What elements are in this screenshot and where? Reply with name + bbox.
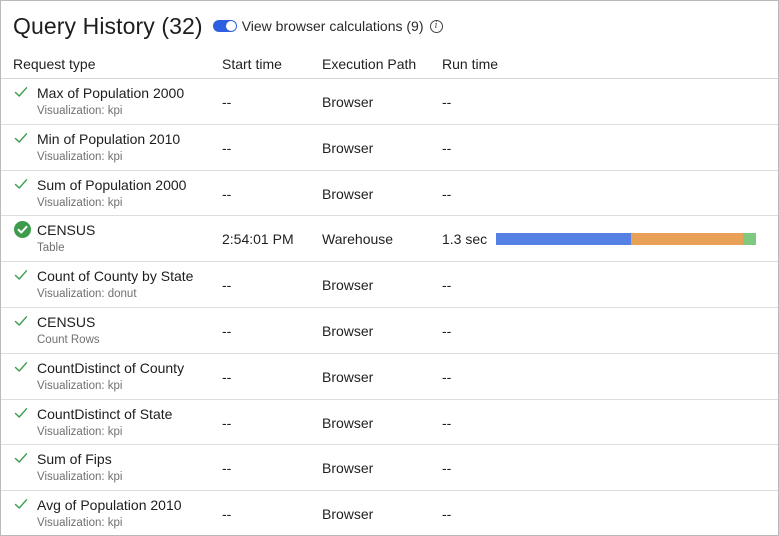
checkmark-icon [14,314,30,330]
run-time: -- [442,460,452,477]
success-circle-icon [14,221,31,239]
start-time: -- [222,185,232,202]
run-time: 1.3 sec [442,231,488,248]
execution-path: Warehouse [322,231,394,248]
execution-path: Browser [322,139,374,156]
table-row[interactable]: CountDistinct of State Visualization: kpi… [1,400,778,446]
start-time: -- [222,460,232,477]
checkmark-icon [14,497,30,513]
execution-path: Browser [322,185,374,202]
request-subtitle: Visualization: kpi [37,105,123,117]
toggle-label[interactable]: View browser calculations (9) [242,18,424,34]
browser-calculations-toggle[interactable] [212,20,237,32]
start-time: -- [222,139,232,156]
table-row[interactable]: CountDistinct of County Visualization: kp… [1,354,778,400]
query-list: Max of Population 2000 Visualization: kpi… [1,79,778,535]
table-row[interactable]: Count of County by State Visualization: d… [1,262,778,308]
checkmark-icon [14,268,30,284]
run-time-bar-segment [496,233,632,246]
run-time-bar-segment [742,233,756,246]
run-time: -- [442,277,452,294]
checkmark-icon [14,406,30,422]
table-row[interactable]: Min of Population 2010 Visualization: kpi… [1,125,778,171]
table-row[interactable]: CENSUS Count Rows -- Browser -- [1,308,778,354]
column-header-run-time[interactable]: Run time [442,56,498,72]
start-time: -- [222,368,232,385]
column-header-execution-path[interactable]: Execution Path [322,56,416,72]
run-time: -- [442,322,452,339]
toggle-knob [225,21,236,31]
request-title: Sum of Population 2000 [37,176,187,193]
column-header-request-type[interactable]: Request type [13,56,96,72]
request-title: CountDistinct of State [37,405,173,422]
request-title: Avg of Population 2010 [37,497,182,514]
request-subtitle: Visualization: kpi [37,517,123,530]
execution-path: Browser [322,277,374,294]
checkmark-icon [14,177,30,193]
table-row[interactable]: Sum of Fips Visualization: kpi -- Browser -- [1,445,778,492]
request-subtitle: Visualization: kpi [37,471,123,484]
request-subtitle: Visualization: donut [37,288,137,301]
request-title: Min of Population 2010 [37,130,181,147]
request-title: CENSUS [37,313,96,330]
run-time: -- [442,368,452,385]
run-time-bar [496,233,756,246]
checkmark-icon [14,85,30,101]
execution-path: Browser [322,460,374,477]
run-time: -- [442,185,452,202]
request-title: Count of County by State [37,268,194,285]
checkmark-icon [14,360,30,376]
checkmark-icon [14,451,30,467]
request-subtitle: Visualization: kpi [37,425,123,438]
execution-path: Browser [322,368,374,385]
table-row[interactable]: Max of Population 2000 Visualization: kpi… [1,79,778,125]
start-time: 2:54:01 PM [222,231,294,248]
execution-path: Browser [322,94,374,110]
checkmark-icon [14,131,30,147]
run-time: -- [442,414,452,431]
query-history-panel: Query History (32) View browser calculat… [0,0,779,536]
request-title: Max of Population 2000 [37,85,185,101]
run-time: -- [442,506,452,523]
execution-path: Browser [322,322,374,339]
start-time: -- [222,322,232,339]
request-subtitle: Count Rows [37,333,100,346]
request-subtitle: Visualization: kpi [37,196,123,209]
request-subtitle: Table [37,242,65,255]
start-time: -- [222,94,232,110]
page-title: Query History (32) [13,12,203,39]
column-header-start-time[interactable]: Start time [222,56,282,72]
run-time: -- [442,139,452,156]
start-time: -- [222,277,232,294]
request-subtitle: Visualization: kpi [37,150,123,163]
run-time-bar-segment [631,233,743,246]
start-time: -- [222,414,232,431]
start-time: -- [222,506,232,523]
execution-path: Browser [322,414,374,431]
execution-path: Browser [322,506,374,523]
request-subtitle: Visualization: kpi [37,379,123,392]
header: Query History (32) View browser calculat… [13,11,443,41]
table-row[interactable]: Sum of Population 2000 Visualization: kpi… [1,171,778,217]
table-row[interactable]: Avg of Population 2010 Visualization: kpi… [1,491,778,535]
run-time: -- [442,94,452,110]
request-title: CENSUS [37,222,96,239]
info-icon[interactable]: i [429,19,443,33]
request-title: Sum of Fips [37,451,112,468]
column-headers: Request type Start time Execution Path R… [1,51,778,79]
request-title: CountDistinct of County [37,359,185,376]
table-row[interactable]: CENSUS Table 2:54:01 PM Warehouse 1.3 sec [1,216,778,263]
